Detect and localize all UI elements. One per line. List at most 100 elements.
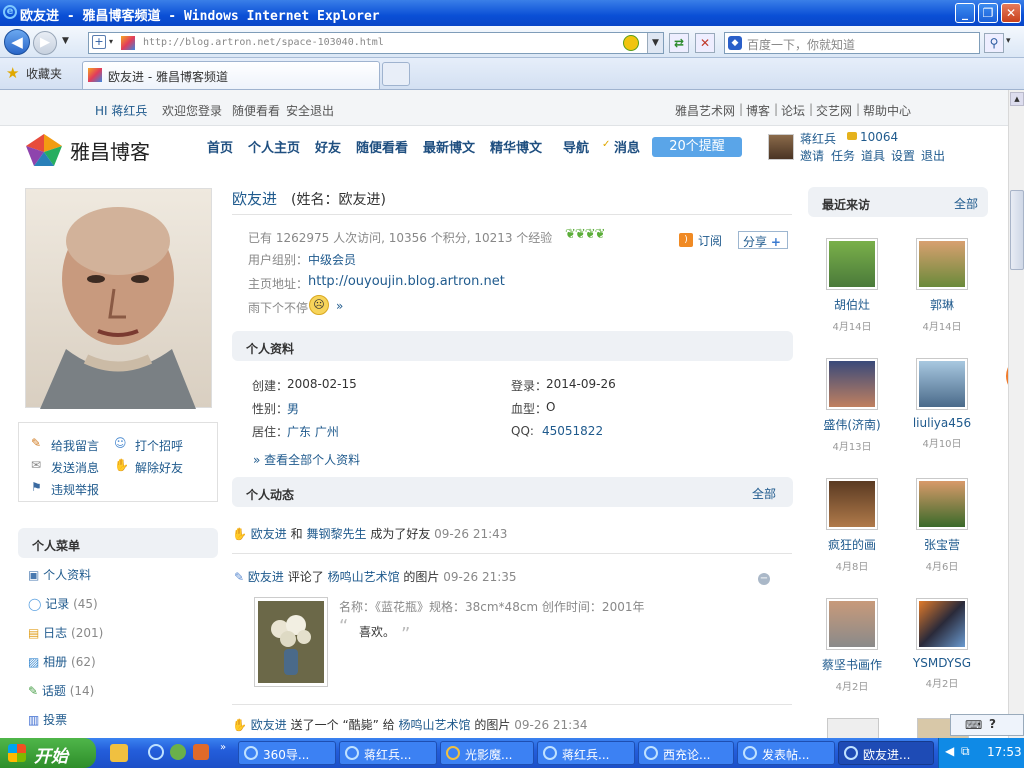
greeting-link[interactable]: HI 蒋红兵 [95,102,147,119]
quick-launch-media-icon[interactable] [170,744,186,760]
visitor-card[interactable]: 张宝营 4月6日 [907,478,977,573]
topbar-link-blog[interactable]: 博客 [746,102,770,119]
add-icon[interactable]: + [92,35,106,49]
close-button[interactable]: ✕ [1001,3,1021,23]
quick-launch-icon[interactable] [110,744,128,762]
taskbar-item[interactable]: 蒋红兵... [537,741,635,765]
topbar-link-login[interactable]: 欢迎您登录 [162,102,222,119]
visitor-card[interactable]: liuliya456 4月10日 [907,358,977,450]
visitor-name[interactable]: 郭琳 [907,296,977,313]
activity-target[interactable]: 杨鸣山艺术馆 [328,570,400,584]
leave-message-link[interactable]: 给我留言 [51,437,99,454]
greet-link[interactable]: 打个招呼 [135,437,183,454]
browser-tab-active[interactable]: 欧友进 - 雅昌博客频道 [82,61,380,89]
history-dropdown-icon[interactable]: ▼ [62,36,69,46]
taskbar-item[interactable]: 发表帖... [737,741,835,765]
search-box[interactable]: ◆ 百度一下，你就知道 [724,32,980,54]
visitor-card[interactable]: 蔡坚书画作 4月2日 [817,598,887,693]
topbar-link-help[interactable]: 帮助中心 [863,102,911,119]
user-avatar[interactable] [768,134,794,160]
activity-user[interactable]: 欧友进 [251,527,287,541]
visitor-name[interactable]: 蔡坚书画作 [817,656,887,673]
view-all-profile-link[interactable]: » 查看全部个人资料 [253,451,360,468]
topbar-link-forum[interactable]: 论坛 [781,102,805,119]
user-name[interactable]: 蒋红兵 [800,130,836,147]
activity-target[interactable]: 舞钢黎先生 [306,527,366,541]
search-placeholder[interactable]: 百度一下，你就知道 [747,36,855,53]
quick-launch-ie-icon[interactable] [148,744,164,760]
forward-button[interactable]: ▶ [33,31,57,55]
topbar-link-exchange[interactable]: 交艺网 [816,102,852,119]
subscribe-link[interactable]: 订阅 [698,232,722,249]
field-location[interactable]: 广东 广州 [287,423,339,440]
visitor-name[interactable]: 疯狂的画 [817,536,887,553]
visitor-card[interactable]: 郭琳 4月14日 [907,238,977,333]
nav-navigation[interactable]: 导航 [563,137,589,156]
share-button[interactable]: 分享 + [738,231,788,249]
menu-item-album[interactable]: ▨ 相册 (62) [28,653,218,675]
stop-icon[interactable]: ✕ [695,33,715,53]
topbar-link-artron[interactable]: 雅昌艺术网 [675,102,735,119]
painting-thumbnail[interactable] [254,597,328,687]
site-logo-icon[interactable] [26,134,62,168]
nav-featured[interactable]: 精华博文 [490,137,542,156]
group-value[interactable]: 中级会员 [308,251,356,268]
nav-messages[interactable]: 消息 [614,137,640,156]
visitor-name[interactable]: 盛伟(济南) [817,416,887,433]
help-icon[interactable]: ? [989,717,996,731]
menu-item-profile[interactable]: ▣ 个人资料 [28,566,218,588]
visitor-card[interactable]: 疯狂的画 4月8日 [817,478,887,573]
report-link[interactable]: 违规举报 [51,481,99,498]
visitors-all-link[interactable]: 全部 [954,195,978,212]
profile-name[interactable]: 欧友进 [232,188,277,209]
taskbar-item[interactable]: 蒋红兵... [339,741,437,765]
new-tab-button[interactable] [382,62,410,86]
user-link-props[interactable]: 道具 [861,147,885,164]
visitor-name[interactable]: YSMDYSG [907,656,977,670]
activity-user[interactable]: 欧友进 [251,718,287,732]
taskbar-item-active[interactable]: 欧友进... [838,741,934,765]
site-logo-text[interactable]: 雅昌博客 [70,136,150,165]
topbar-link-logout[interactable]: 安全退出 [286,102,334,119]
scrollbar-thumb[interactable] [1010,190,1024,270]
vertical-scrollbar[interactable]: ▲ [1008,90,1024,738]
activity-target[interactable]: 杨鸣山艺术馆 [399,718,471,732]
network-icon[interactable]: ⧉ [961,744,970,759]
nav-latest[interactable]: 最新博文 [423,137,475,156]
visitor-name[interactable]: 张宝营 [907,536,977,553]
collapse-icon[interactable]: − [758,573,770,585]
visitor-name[interactable]: liuliya456 [907,416,977,430]
favorites-button[interactable]: 收藏夹 [26,65,62,82]
nav-personal-home[interactable]: 个人主页 [248,137,300,156]
address-bar[interactable]: + ▾ http://blog.artron.net/space-103040.… [88,32,664,54]
reminders-button[interactable]: 20个提醒 [652,137,742,157]
nav-friends[interactable]: 好友 [315,137,341,156]
back-button[interactable]: ◀ [4,29,30,55]
user-link-invite[interactable]: 邀请 [800,147,824,164]
field-qq[interactable]: 45051822 [542,424,603,438]
url-text[interactable]: http://blog.artron.net/space-103040.html [143,37,384,48]
visitor-card[interactable]: YSMDYSG 4月2日 [907,598,977,690]
minimize-button[interactable]: _ [955,3,975,23]
start-button[interactable]: 开始 [0,738,96,768]
quick-launch-app-icon[interactable] [193,744,209,760]
activity-all-link[interactable]: 全部 [752,485,776,502]
quick-launch-more-icon[interactable]: » [220,742,226,753]
field-gender[interactable]: 男 [287,400,299,417]
home-url-link[interactable]: http://ouyoujin.blog.artron.net [308,274,505,289]
tray-arrow-icon[interactable]: ◀ [945,744,954,758]
nav-home[interactable]: 首页 [207,137,233,156]
menu-item-blog[interactable]: ▤ 日志 (201) [28,624,218,646]
taskbar-item[interactable]: 西充论... [638,741,734,765]
language-bar[interactable]: ⌨ ? [950,714,1024,736]
activity-user[interactable]: 欧友进 [248,570,284,584]
send-message-link[interactable]: 发送消息 [51,459,99,476]
maximize-button[interactable]: ❐ [978,3,998,23]
user-link-tasks[interactable]: 任务 [831,147,855,164]
visitor-name[interactable]: 胡伯灶 [817,296,887,313]
menu-item-poll[interactable]: ▥ 投票 [28,711,218,733]
clock[interactable]: 17:53 [987,745,1022,759]
unfriend-link[interactable]: 解除好友 [135,459,183,476]
keyboard-icon[interactable]: ⌨ [965,718,982,732]
menu-item-records[interactable]: ◯ 记录 (45) [28,595,218,617]
